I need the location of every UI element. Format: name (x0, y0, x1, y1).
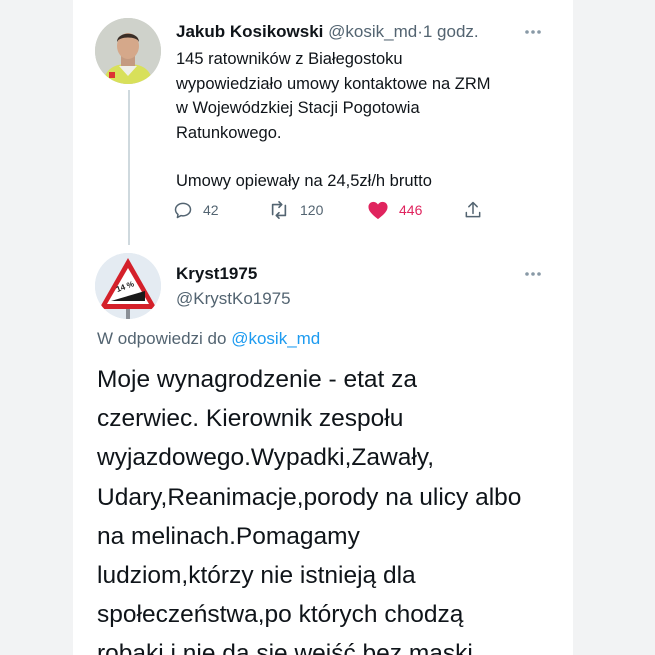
tweet-text-line: wypowiedziało umowy kontaktowe na ZRM (176, 74, 491, 93)
reply-text-line: Moje wynagrodzenie - etat za (97, 366, 418, 393)
tweet-text-line: Umowy opiewały na 24,5zł/h brutto (176, 172, 432, 190)
reply-text-line: czerwiec. Kierownik zespołu (97, 405, 404, 433)
retweet-count: 120 (300, 202, 324, 218)
parent-tweet-text: 145 ratowników z Białegostoku wypowiedzi… (176, 47, 561, 194)
reply-count: 42 (203, 202, 219, 218)
more-options-icon[interactable] (524, 22, 542, 40)
tweet-thread-card: Jakub Kosikowski @kosik_md·1 godz. 145 r… (73, 0, 573, 655)
replying-to-label: W odpowiedzi do @kosik_md (97, 329, 320, 349)
reply-text-line: Udary,Reanimacje,porody na ulicy albo (97, 483, 522, 511)
heart-icon (367, 200, 389, 220)
tweet-text-line: Ratunkowego. (176, 123, 282, 142)
retweet-icon (268, 200, 290, 220)
share-icon (463, 200, 483, 220)
tweet-text-line: w Wojewódzkiej Stacji Pogotowia (176, 99, 420, 117)
replying-to-link[interactable]: @kosik_md (231, 329, 320, 348)
reply-author-avatar[interactable]: 14 % (95, 253, 161, 319)
share-button[interactable] (463, 200, 483, 220)
reply-author-handle[interactable]: @KrystKo1975 (176, 289, 291, 309)
reply-tweet-text: Moje wynagrodzenie - etat za czerwiec. K… (97, 360, 567, 655)
thread-connector-line (128, 90, 130, 245)
reply-text-line: na melinach.Pomagamy (97, 522, 360, 550)
reply-button[interactable]: 42 (173, 200, 219, 220)
reply-text-line: społeczeństwa,po których chodzą (97, 601, 464, 629)
author-handle[interactable]: @kosik_md (328, 22, 417, 41)
parent-tweet-header: Jakub Kosikowski @kosik_md·1 godz. (176, 22, 479, 42)
reply-text-line: ludziom,którzy nie istnieją dla (97, 562, 416, 590)
tweet-time[interactable]: 1 godz. (423, 22, 479, 41)
more-options-icon[interactable] (524, 264, 542, 282)
reply-icon (173, 200, 193, 220)
like-count: 446 (399, 202, 423, 218)
retweet-button[interactable]: 120 (268, 200, 323, 220)
reply-text-line: robaki i nie da się wejść bez maski (97, 640, 473, 655)
author-avatar[interactable] (95, 18, 161, 84)
reply-author-name[interactable]: Kryst1975 (176, 264, 257, 284)
like-button[interactable]: 446 (367, 200, 422, 220)
author-name[interactable]: Jakub Kosikowski (176, 22, 323, 41)
tweet-text-line: 145 ratowników z Białegostoku (176, 50, 403, 68)
reply-text-line: wyjazdowego.Wypadki,Zawały, (97, 444, 435, 472)
replying-to-prefix: W odpowiedzi do (97, 329, 227, 348)
tweet-actions-bar: 42 120 446 (173, 200, 503, 224)
